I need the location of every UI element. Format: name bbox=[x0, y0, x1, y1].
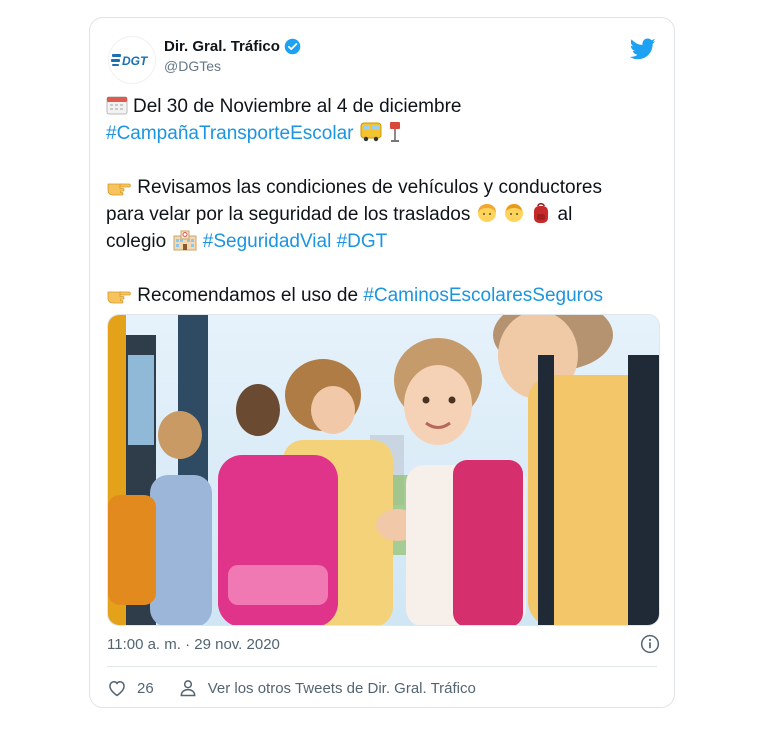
tweet-timestamp-row: 11:00 a. m. · 29 nov. 2020 bbox=[107, 634, 660, 656]
colegio-text: colegio bbox=[106, 231, 167, 252]
pointing-hand-icon bbox=[106, 177, 137, 198]
hashtag-seguridadvial[interactable]: #SeguridadVial bbox=[203, 231, 332, 252]
divider bbox=[107, 666, 657, 667]
school-icon bbox=[166, 230, 203, 252]
heart-icon bbox=[109, 680, 125, 697]
tweet-photo[interactable] bbox=[107, 314, 660, 626]
child-boy-icon bbox=[503, 204, 530, 225]
author-display-name[interactable]: Dir. Gral. Tráfico bbox=[164, 38, 301, 55]
like-count: 26 bbox=[137, 679, 154, 697]
author-names: Dir. Gral. Tráfico @DGTes bbox=[164, 38, 301, 74]
hashtag-campana[interactable]: #CampañaTransporteEscolar bbox=[106, 123, 353, 144]
pointing-hand-icon bbox=[106, 285, 137, 306]
hashtag-dgt[interactable]: #DGT bbox=[337, 231, 388, 252]
verified-badge-icon bbox=[284, 38, 301, 55]
child-girl-icon bbox=[476, 204, 503, 225]
hashtag-caminos[interactable]: #CaminosEscolaresSeguros bbox=[363, 285, 603, 306]
backpack-icon bbox=[530, 203, 557, 225]
avatar[interactable]: DGT bbox=[108, 36, 156, 84]
recomendamos-text: Recomendamos el uso de bbox=[137, 285, 359, 306]
tweet-header: DGT Dir. Gral. Tráfico @DGTes bbox=[108, 36, 656, 84]
tweet-card: DGT Dir. Gral. Tráfico @DGTes Del 30 de … bbox=[89, 17, 675, 708]
seguridad-text: para velar por la seguridad de los trasl… bbox=[106, 204, 471, 225]
author-handle[interactable]: @DGTes bbox=[164, 58, 301, 74]
svg-text:DGT: DGT bbox=[122, 54, 149, 68]
see-more-tweets-label[interactable]: Ver los otros Tweets de Dir. Gral. Tráfi… bbox=[208, 680, 476, 697]
display-name-text[interactable]: Dir. Gral. Tráfico bbox=[164, 38, 280, 55]
school-bus-icon bbox=[359, 122, 388, 144]
date-range-text: Del 30 de Noviembre al 4 de diciembre bbox=[133, 96, 462, 117]
like-button[interactable]: 26 bbox=[107, 678, 154, 698]
twitter-bird-icon[interactable] bbox=[630, 36, 656, 62]
tweet-text: Del 30 de Noviembre al 4 de diciembre #C… bbox=[106, 93, 666, 309]
revisamos-text: Revisamos las condiciones de vehículos y… bbox=[137, 177, 602, 198]
tweet-actions: 26 Ver los otros Tweets de Dir. Gral. Tr… bbox=[107, 676, 657, 700]
info-icon[interactable] bbox=[640, 634, 660, 654]
bus-stop-icon bbox=[388, 122, 402, 144]
tweet-timestamp[interactable]: 11:00 a. m. · 29 nov. 2020 bbox=[107, 636, 280, 653]
person-icon bbox=[180, 680, 196, 697]
calendar-icon bbox=[106, 96, 133, 116]
see-more-tweets-link[interactable]: Ver los otros Tweets de Dir. Gral. Tráfi… bbox=[178, 678, 476, 698]
al-text: al bbox=[557, 204, 573, 225]
